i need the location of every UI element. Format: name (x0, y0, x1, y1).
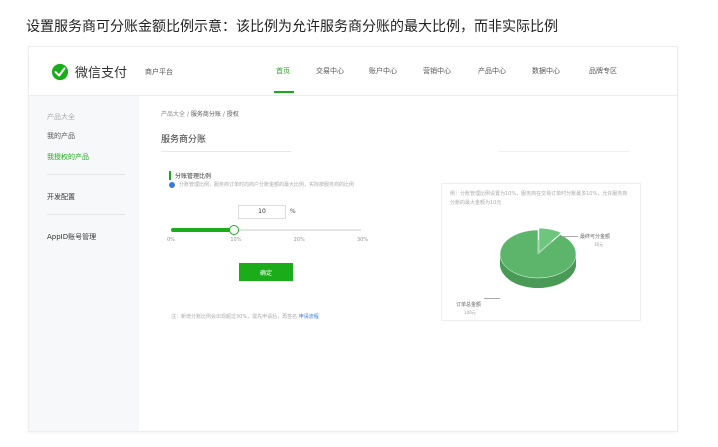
slider-tick-label: 30% (357, 237, 369, 243)
nav-product-center[interactable]: 产品中心 (478, 66, 506, 76)
info-row: 分账管理比例，服务商订单时向商户分账金额的最大比例，实际按服务商的比例 (169, 181, 354, 188)
info-icon (169, 181, 175, 188)
slider-fill (171, 228, 235, 232)
brand-logo[interactable]: 微信支付 (51, 62, 127, 81)
breadcrumb: 产品大全 / 服务商分账 / 授权 (161, 109, 239, 118)
sidebar-item-authorized-products[interactable]: 我授权的产品 (47, 152, 89, 162)
pie-chart (499, 227, 577, 288)
sidebar-divider (47, 214, 125, 215)
sidebar-item-appid[interactable]: AppID账号管理 (47, 232, 96, 242)
pie-sub-share: 10元 (594, 242, 604, 247)
pie-label-total: 订单总金额 (456, 302, 482, 308)
breadcrumb-item: 授权 (226, 111, 239, 118)
screenshot-frame: 微信支付 商户平台 首页 交易中心 账户中心 营销中心 产品中心 数据中心 品牌… (28, 46, 678, 432)
example-text: 例：分账管理比例设置为10%，服务商在交易订单时分账最多10%，允许服务商分账的… (450, 191, 628, 206)
apply-process-link[interactable]: 申请流程 (299, 314, 319, 320)
nav-trade-center[interactable]: 交易中心 (316, 66, 344, 76)
footnote: 注：新增分账比例会出现超过30%，需先申请后，再签名 申请流程 (171, 313, 319, 320)
nav-data-center[interactable]: 数据中心 (532, 66, 560, 76)
sidebar-divider (47, 174, 125, 175)
ratio-input[interactable]: 10 (238, 205, 286, 219)
percent-unit: % (290, 208, 296, 215)
nav-home[interactable]: 首页 (276, 66, 290, 76)
title-divider (161, 151, 291, 152)
merchant-platform-label: 商户平台 (145, 68, 173, 76)
slider-handle[interactable] (229, 225, 240, 235)
title-divider (499, 151, 629, 152)
nav-account-center[interactable]: 账户中心 (369, 66, 397, 76)
top-navbar: 微信支付 商户平台 首页 交易中心 账户中心 营销中心 产品中心 数据中心 品牌… (29, 47, 677, 96)
breadcrumb-item[interactable]: 服务商分账 (191, 111, 221, 118)
pie-label-share: 最终可分金额 (580, 234, 611, 240)
page-title: 服务商分账 (161, 135, 207, 145)
example-panel: 例：分账管理比例设置为10%，服务商在交易订单时分账最多10%，允许服务商分账的… (441, 183, 641, 321)
wechat-pay-logo-icon (51, 63, 69, 80)
nav-brand-zone[interactable]: 品牌专区 (589, 66, 617, 76)
slider-tick-label: 20% (293, 237, 305, 243)
nav-marketing-center[interactable]: 营销中心 (423, 66, 451, 76)
sidebar-item-dev-config[interactable]: 开发配置 (47, 192, 75, 202)
confirm-button[interactable]: 确定 (239, 263, 293, 281)
caption: 设置服务商可分账金额比例示意：该比例为允许服务商分账的最大比例，而非实际比例 (26, 19, 558, 35)
section-title: 分账管理比例 (169, 171, 211, 180)
sidebar-group-products: 产品大全 (47, 113, 75, 121)
pie-sub-total: 100元 (464, 310, 476, 315)
footnote-text: 注：新增分账比例会出现超过30%，需先申请后，再签名 (171, 314, 298, 320)
sidebar: 产品大全 我的产品 我授权的产品 开发配置 AppID账号管理 (29, 96, 139, 431)
slider-tick-label: 10% (230, 237, 242, 243)
leader-line (562, 236, 578, 237)
slider-tick-label: 0% (167, 237, 175, 243)
pie-slice (499, 229, 577, 279)
sidebar-item-my-products[interactable]: 我的产品 (47, 131, 75, 141)
brand-name: 微信支付 (75, 66, 128, 81)
info-text: 分账管理比例，服务商订单时向商户分账金额的最大比例，实际按服务商的比例 (179, 182, 355, 188)
nav-active-underline (274, 91, 294, 93)
breadcrumb-item[interactable]: 产品大全 (161, 111, 185, 118)
leader-line (484, 298, 500, 299)
